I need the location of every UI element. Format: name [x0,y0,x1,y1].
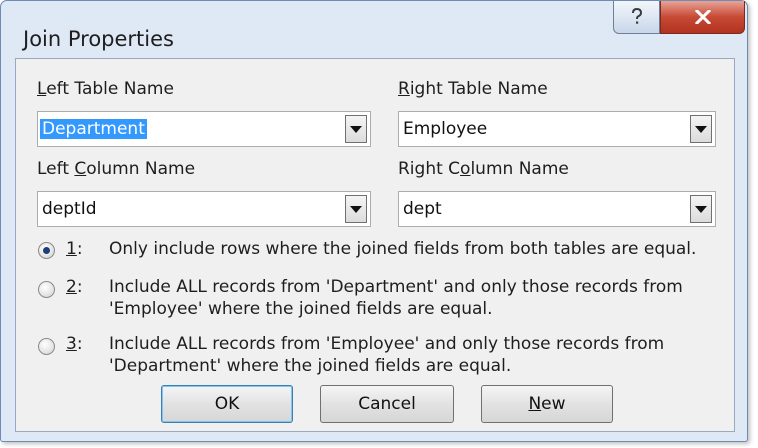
option-3-text-line1[interactable]: Include ALL records from 'Employee' and … [109,333,664,355]
ok-button[interactable]: OK [161,385,293,423]
option-3-number: 3: [66,334,83,354]
cancel-button[interactable]: Cancel [320,385,454,423]
left-column-value: deptId [42,199,97,219]
option-3-text-line2[interactable]: 'Department' where the joined fields are… [109,355,511,377]
right-column-select[interactable]: dept [398,191,716,227]
right-table-value: Employee [403,119,488,139]
left-table-label: Left Table Name [37,79,174,99]
dialog-title: Join Properties [23,27,174,51]
right-column-dropdown-button[interactable] [690,195,712,223]
new-button[interactable]: New [481,385,613,423]
right-table-select[interactable]: Employee [398,111,716,147]
chevron-down-icon [350,205,362,213]
close-button[interactable] [660,1,745,34]
option-1-text[interactable]: Only include rows where the joined field… [109,238,696,260]
option-1-number: 1: [66,239,83,259]
right-table-label: Right Table Name [398,79,548,99]
chevron-down-icon [350,125,362,133]
right-column-label: Right Column Name [398,159,569,179]
option-2-radio[interactable] [38,281,55,298]
join-properties-dialog: Join Properties Left Table Name Departme… [0,0,748,442]
close-icon [694,10,711,24]
left-column-label: Left Column Name [37,159,196,179]
left-table-select[interactable]: Department [37,111,371,147]
dialog-body: Left Table Name Department Right Table N… [15,58,735,432]
option-2-text-line1[interactable]: Include ALL records from 'Department' an… [109,276,683,298]
option-2-number: 2: [66,277,83,297]
option-2-text-line2[interactable]: 'Employee' where the joined fields are e… [109,298,493,320]
help-icon [631,8,642,24]
right-table-dropdown-button[interactable] [690,115,712,143]
left-column-select[interactable]: deptId [37,191,371,227]
left-table-value: Department [40,119,147,139]
left-column-dropdown-button[interactable] [345,195,367,223]
option-3-radio[interactable] [38,338,55,355]
chevron-down-icon [695,205,707,213]
help-button[interactable] [613,1,660,34]
left-table-dropdown-button[interactable] [345,115,367,143]
option-1-radio[interactable] [38,242,55,259]
chevron-down-icon [695,125,707,133]
right-column-value: dept [403,199,442,219]
